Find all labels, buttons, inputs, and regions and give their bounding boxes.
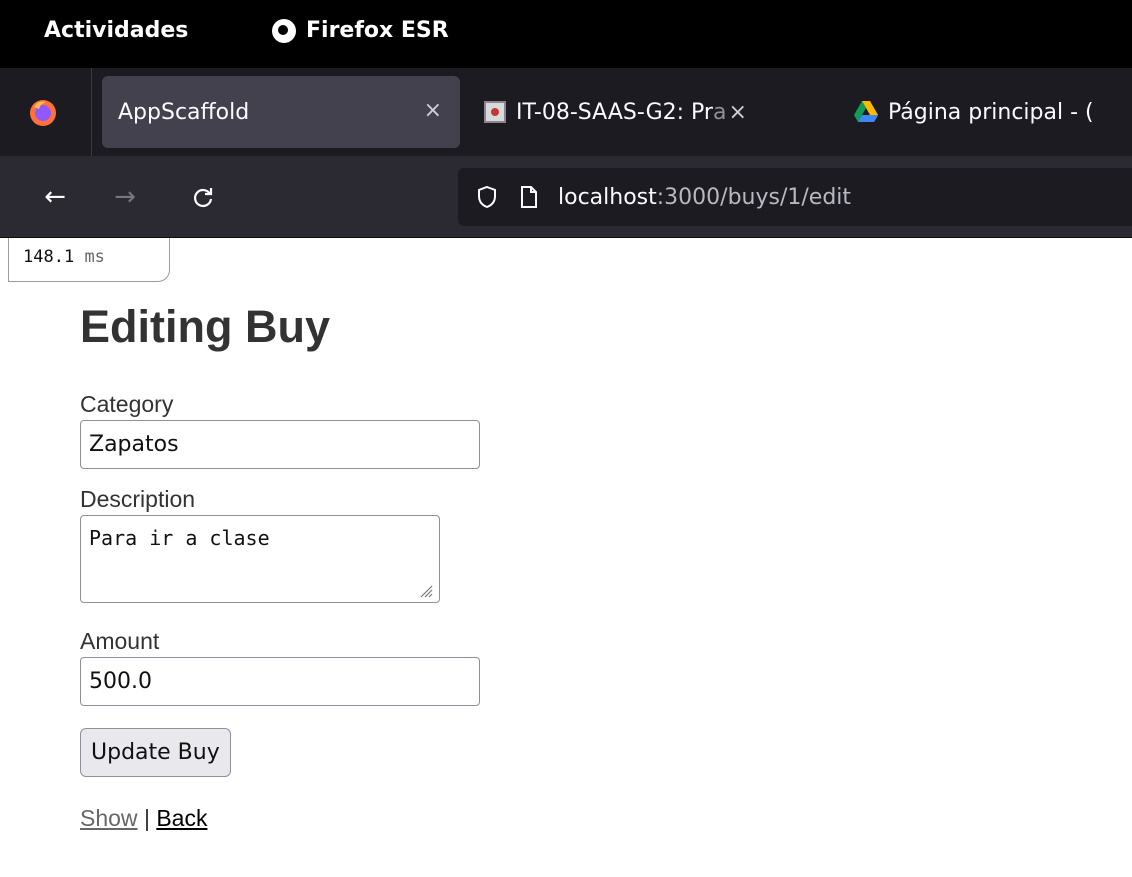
arrow-left-icon: ← — [44, 182, 66, 212]
description-textarea[interactable]: Para ir a clase — [80, 515, 440, 603]
site-favicon-icon — [484, 101, 506, 123]
system-top-bar: Actividades Firefox ESR — [0, 0, 1132, 68]
tracking-protection-shield-icon[interactable] — [474, 184, 500, 210]
tab-separator — [91, 68, 92, 156]
url-text: localhost:3000/buys/1/edit — [558, 185, 851, 210]
navigation-toolbar: ← → localhost:3000/buys/1/edit — [0, 156, 1132, 238]
reload-icon — [193, 188, 213, 208]
description-text: Para ir a clase — [89, 526, 270, 550]
tab-it-08-saas[interactable]: IT-08-SAAS-G2: Pr a × — [484, 76, 820, 148]
amount-field: Amount 500.0 — [80, 627, 780, 706]
firefox-app-icon — [272, 18, 296, 43]
tab-title-fade: a — [712, 99, 727, 125]
reload-button[interactable] — [186, 180, 220, 214]
page-title: Editing Buy — [80, 301, 330, 352]
update-buy-button[interactable]: Update Buy — [80, 728, 231, 777]
tab-google-drive[interactable]: Página principal - ( — [854, 76, 1132, 148]
profiler-time: 148.1 — [23, 247, 75, 267]
category-field: Category Zapatos — [80, 390, 780, 469]
firefox-view-button[interactable] — [28, 98, 58, 128]
page-info-icon[interactable] — [516, 184, 542, 210]
main-content: Editing Buy Category Zapatos Description… — [80, 300, 780, 832]
arrow-right-icon: → — [114, 182, 136, 212]
app-menu[interactable]: Firefox ESR — [272, 18, 449, 43]
close-tab-icon[interactable]: × — [424, 98, 442, 123]
address-bar[interactable]: localhost:3000/buys/1/edit — [458, 168, 1132, 226]
back-link[interactable]: Back — [156, 805, 207, 831]
profiler-unit: ms — [84, 247, 105, 267]
description-label: Description — [80, 486, 196, 512]
show-link[interactable]: Show — [80, 805, 138, 831]
link-separator: | — [143, 805, 150, 831]
tab-title: AppScaffold — [118, 99, 250, 125]
footer-links: Show | Back — [80, 805, 780, 832]
category-label: Category — [80, 391, 174, 417]
firefox-icon — [30, 100, 56, 126]
app-name: Firefox ESR — [306, 18, 449, 43]
tab-strip: AppScaffold × IT-08-SAAS-G2: Pr a × Págin… — [0, 68, 1132, 156]
google-drive-icon — [854, 101, 878, 122]
activities-button[interactable]: Actividades — [44, 18, 188, 43]
amount-label: Amount — [80, 628, 160, 654]
forward-button[interactable]: → — [108, 180, 142, 214]
tab-title: IT-08-SAAS-G2: Pr — [516, 99, 713, 125]
tab-title: Página principal - ( — [888, 99, 1094, 125]
profiler-badge[interactable]: 148.1 ms — [8, 238, 170, 282]
category-input[interactable]: Zapatos — [80, 420, 480, 469]
url-path: :3000/buys/1/edit — [656, 184, 852, 210]
close-tab-icon[interactable]: × — [728, 100, 746, 125]
back-button[interactable]: ← — [38, 180, 72, 214]
url-host: localhost — [558, 184, 657, 210]
amount-input[interactable]: 500.0 — [80, 657, 480, 706]
description-field: Description Para ir a clase — [80, 485, 780, 603]
resize-grip-icon[interactable] — [419, 584, 433, 598]
tab-appscaffold[interactable]: AppScaffold × — [102, 76, 460, 148]
